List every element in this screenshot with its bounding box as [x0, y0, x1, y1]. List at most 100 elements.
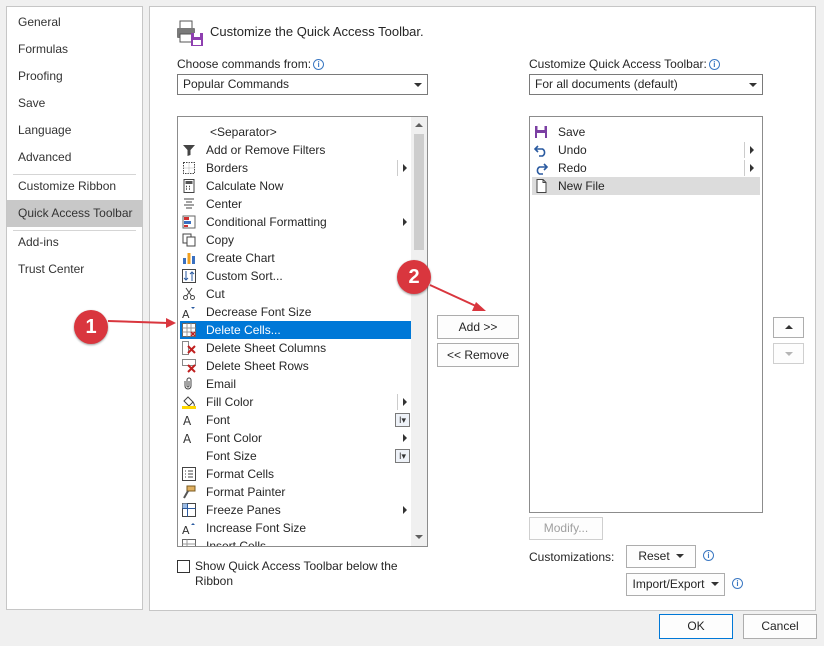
commands-source-dropdown[interactable]: Popular Commands [177, 74, 428, 95]
command-item[interactable]: Delete Cells... [180, 321, 413, 339]
arrow-down-icon [785, 352, 793, 356]
command-item-label: <Separator> [210, 125, 277, 139]
decrease-font-icon: A [182, 307, 195, 319]
command-item[interactable]: Fill Color [180, 393, 413, 411]
modify-button[interactable]: Modify... [529, 517, 603, 540]
command-item[interactable]: Create Chart [180, 249, 413, 267]
command-item-label: Delete Cells... [206, 323, 281, 337]
remove-button[interactable]: << Remove [437, 343, 519, 367]
nav-item-formulas[interactable]: Formulas [7, 36, 142, 63]
info-icon[interactable]: i [732, 578, 743, 589]
commands-scrollbar[interactable] [411, 117, 427, 546]
command-item-label: Center [206, 197, 243, 211]
command-item[interactable]: Email [180, 375, 413, 393]
split-button-area[interactable] [744, 142, 757, 158]
arrow-up-icon [785, 325, 793, 329]
svg-text:A: A [183, 414, 192, 427]
add-button[interactable]: Add >> [437, 315, 519, 339]
nav-item-language[interactable]: Language [7, 117, 142, 144]
svg-text:A: A [182, 308, 190, 319]
toolbar-item[interactable]: Save [532, 123, 760, 141]
format-cells-icon [182, 467, 196, 481]
fill-color-icon [182, 396, 196, 409]
command-item[interactable]: A Decrease Font Size [180, 303, 413, 321]
move-down-button[interactable] [773, 343, 804, 364]
nav-item-advanced[interactable]: Advanced [7, 144, 142, 171]
ok-button[interactable]: OK [659, 614, 733, 639]
svg-text:A: A [182, 524, 190, 535]
nav-item-customize-ribbon[interactable]: Customize Ribbon [7, 173, 142, 200]
command-item[interactable]: Format Cells [180, 465, 413, 483]
info-icon[interactable]: i [703, 550, 714, 561]
split-button-area[interactable] [744, 160, 757, 176]
command-item[interactable]: A Increase Font Size [180, 519, 413, 537]
command-item[interactable]: Borders [180, 159, 413, 177]
submenu-arrow-icon [403, 218, 407, 226]
command-item[interactable]: Conditional Formatting [180, 213, 413, 231]
copy-icon [182, 233, 196, 247]
scissors-icon [183, 287, 195, 300]
command-item-label: Cut [206, 287, 225, 301]
insert-cells-icon [182, 539, 196, 546]
cancel-button[interactable]: Cancel [743, 614, 817, 639]
command-item[interactable]: <Separator> [180, 123, 413, 141]
command-item-label: Increase Font Size [206, 521, 307, 535]
nav-item-proofing[interactable]: Proofing [7, 63, 142, 90]
command-item[interactable]: Copy [180, 231, 413, 249]
command-item[interactable]: Freeze Panes [180, 501, 413, 519]
format-painter-icon [183, 485, 196, 499]
font-size-icon [182, 449, 196, 463]
increase-font-icon: A [182, 523, 195, 535]
split-button-area[interactable] [397, 394, 410, 410]
info-icon[interactable]: i [708, 59, 720, 70]
command-item[interactable]: Calculate Now [180, 177, 413, 195]
submenu-arrow-icon [750, 164, 754, 172]
nav-item-save[interactable]: Save [7, 90, 142, 117]
center-align-icon [184, 198, 194, 209]
command-item[interactable]: Cut [180, 285, 413, 303]
toolbar-item[interactable]: Undo [532, 141, 760, 159]
command-item[interactable]: Font Size I▾ [180, 447, 413, 465]
toolbar-scope-dropdown[interactable]: For all documents (default) [529, 74, 763, 95]
scroll-down-button[interactable] [411, 530, 426, 545]
delete-rows-icon [182, 359, 196, 373]
command-item[interactable]: A Font I▾ [180, 411, 413, 429]
import-export-dropdown-button[interactable]: Import/Export [626, 573, 725, 596]
email-icon [184, 377, 192, 390]
toolbar-items-listbox[interactable]: Save Undo Redo New File [529, 116, 763, 513]
toolbar-item[interactable]: Redo [532, 159, 760, 177]
move-up-button[interactable] [773, 317, 804, 338]
scroll-up-button[interactable] [411, 118, 426, 133]
nav-item-trust-center[interactable]: Trust Center [7, 256, 142, 283]
nav-item-quick-access-toolbar[interactable]: Quick Access Toolbar [7, 200, 142, 227]
command-item[interactable]: A Font Color [180, 429, 413, 447]
split-button-area[interactable] [397, 160, 410, 176]
sort-icon [182, 269, 196, 283]
scroll-thumb[interactable] [414, 134, 424, 250]
command-item[interactable]: Delete Sheet Columns [180, 339, 413, 357]
command-item-label: Format Painter [206, 485, 286, 499]
toolbar-item[interactable]: New File [532, 177, 760, 195]
toolbar-scope-value: For all documents (default) [535, 77, 678, 91]
reset-dropdown-button[interactable]: Reset [626, 545, 696, 568]
command-item-label: Insert Cells... [206, 539, 277, 547]
new-file-icon [536, 179, 547, 193]
command-item[interactable]: Delete Sheet Rows [180, 357, 413, 375]
command-item[interactable]: Format Painter [180, 483, 413, 501]
callout-badge-2: 2 [397, 260, 431, 294]
nav-item-add-ins[interactable]: Add-ins [7, 229, 142, 256]
command-item[interactable]: Insert Cells... [180, 537, 413, 547]
command-item-label: Borders [206, 161, 249, 175]
nav-item-general[interactable]: General [7, 9, 142, 36]
save-icon [535, 126, 547, 138]
command-item-label: Font Size [206, 449, 257, 463]
show-below-ribbon-checkbox[interactable] [177, 560, 190, 573]
info-icon[interactable]: i [313, 59, 325, 70]
toolbar-item-label: Undo [558, 143, 587, 157]
commands-listbox[interactable]: <Separator> Add or Remove Filters Borders C… [177, 116, 428, 547]
command-item[interactable]: Center [180, 195, 413, 213]
command-item-label: Delete Sheet Columns [206, 341, 327, 355]
command-item[interactable]: Add or Remove Filters [180, 141, 413, 159]
command-item[interactable]: Custom Sort... [180, 267, 413, 285]
choose-commands-label: Choose commands from: i [177, 57, 325, 71]
